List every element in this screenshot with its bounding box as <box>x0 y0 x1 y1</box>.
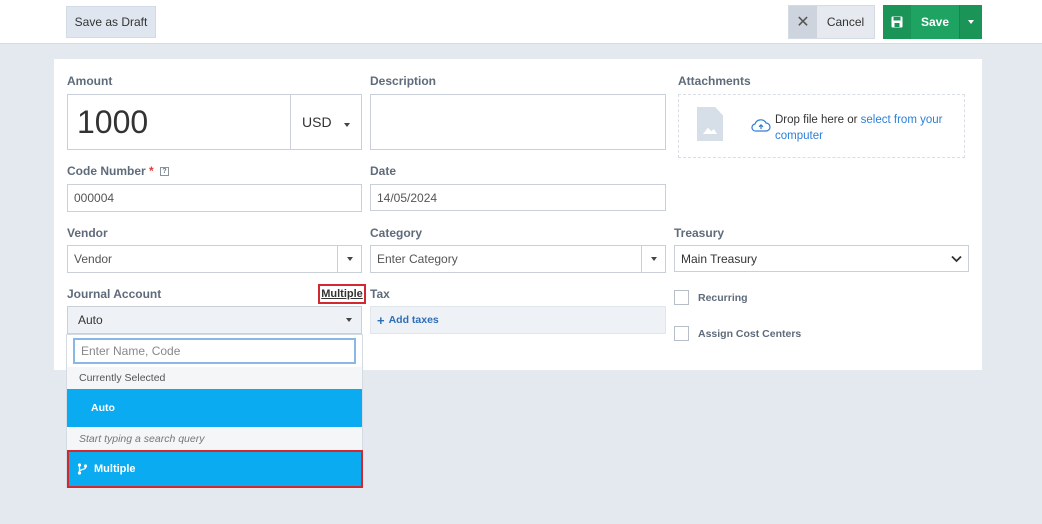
multiple-option-label: Multiple <box>94 463 136 475</box>
caret-down-icon <box>343 114 350 130</box>
journal-account-value: Auto <box>78 313 103 327</box>
search-hint: Start typing a search query <box>67 428 362 450</box>
floppy-disk-icon <box>883 5 911 39</box>
image-file-icon <box>697 107 723 141</box>
close-icon: ✕ <box>789 6 817 38</box>
cancel-button-label: Cancel <box>826 15 865 29</box>
add-taxes-button[interactable]: + Add taxes <box>370 306 666 334</box>
journal-account-label: Journal Account <box>67 287 162 301</box>
top-toolbar: Save as Draft ✕ Cancel Save <box>0 0 1042 44</box>
caret-down-icon[interactable] <box>337 246 361 272</box>
account-search-input[interactable]: Enter Name, Code <box>73 338 356 364</box>
treasury-select[interactable]: Main Treasury <box>674 245 969 272</box>
chevron-down-icon <box>951 255 962 263</box>
code-number-label-text: Code Number <box>67 164 146 178</box>
caret-down-icon[interactable] <box>641 246 665 272</box>
assign-cost-centers-checkbox[interactable] <box>674 326 689 341</box>
help-icon[interactable]: ? <box>160 167 170 177</box>
currently-selected-header: Currently Selected <box>67 367 362 389</box>
recurring-checkbox[interactable] <box>674 290 689 305</box>
journal-account-dropdown: Enter Name, Code Currently Selected Auto… <box>66 334 363 488</box>
date-label: Date <box>370 164 397 178</box>
category-label: Category <box>370 226 423 240</box>
dropzone-prompt: Drop file here or <box>775 114 861 126</box>
save-as-draft-button[interactable]: Save as Draft <box>66 6 156 38</box>
currency-select[interactable]: USD <box>290 94 362 150</box>
code-number-label: Code Number * ? <box>67 164 170 178</box>
amount-input[interactable]: 1000 <box>67 94 291 150</box>
amount-label: Amount <box>67 74 113 88</box>
date-input[interactable]: 14/05/2024 <box>370 184 666 211</box>
journal-account-select[interactable]: Auto <box>67 306 362 334</box>
assign-cost-centers-label: Assign Cost Centers <box>698 328 802 340</box>
vendor-label: Vendor <box>67 226 108 240</box>
recurring-label: Recurring <box>698 292 748 304</box>
save-button[interactable]: Save <box>883 5 982 39</box>
cloud-upload-icon <box>751 119 771 132</box>
multiple-accounts-link[interactable]: Multiple <box>318 284 366 304</box>
description-textarea[interactable] <box>370 94 666 150</box>
vendor-select[interactable]: Vendor <box>67 245 362 273</box>
dropdown-option-auto[interactable]: Auto <box>67 389 362 427</box>
dropzone-text: Drop file here or select from your compu… <box>775 112 955 144</box>
description-label: Description <box>370 74 437 88</box>
category-select[interactable]: Enter Category <box>370 245 666 273</box>
treasury-value: Main Treasury <box>681 251 758 266</box>
attachments-label: Attachments <box>678 74 751 88</box>
code-branch-icon <box>77 463 88 475</box>
vendor-placeholder: Vendor <box>74 252 113 266</box>
treasury-label: Treasury <box>674 226 725 240</box>
save-options-dropdown-button[interactable] <box>959 5 982 39</box>
caret-down-icon <box>968 20 974 24</box>
category-placeholder: Enter Category <box>377 252 458 266</box>
attachment-dropzone[interactable]: Drop file here or select from your compu… <box>678 94 965 158</box>
cancel-button[interactable]: ✕ Cancel <box>788 5 875 39</box>
required-mark: * <box>149 164 154 178</box>
caret-down-icon <box>346 318 352 322</box>
tax-label: Tax <box>370 287 390 301</box>
plus-icon: + <box>377 312 385 328</box>
currency-value: USD <box>302 114 332 130</box>
add-taxes-label: Add taxes <box>388 314 439 326</box>
expense-form-card: Amount 1000 USD Description Attachments … <box>54 59 982 370</box>
save-button-label: Save <box>920 15 950 29</box>
code-number-input[interactable]: 000004 <box>67 184 362 212</box>
dropdown-option-multiple[interactable]: Multiple <box>67 450 363 488</box>
